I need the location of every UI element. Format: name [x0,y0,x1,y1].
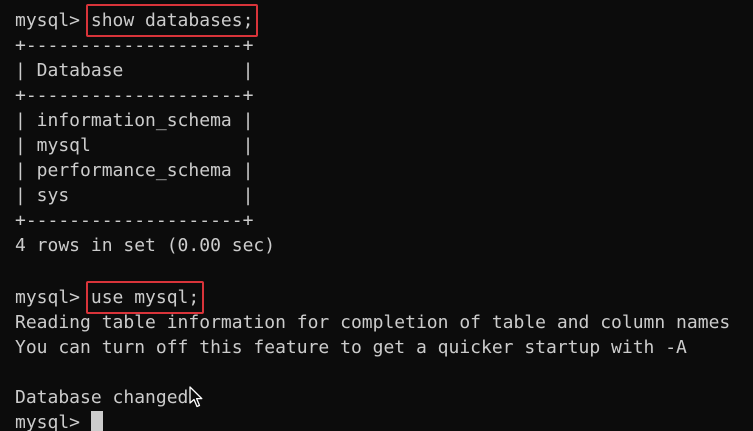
info-line: Reading table information for completion… [15,312,731,333]
table-row: | mysql | [15,135,254,156]
table-row: | performance_schema | [15,160,254,181]
terminal-window[interactable]: mysql> show databases; +----------------… [0,0,753,431]
table-row: | information_schema | [15,110,254,131]
table-row: | sys | [15,185,254,206]
highlighted-command-show-databases: show databases; [85,4,258,37]
table-border-bottom: +--------------------+ [15,210,254,231]
prompt: mysql> [15,412,91,431]
command-line-1: mysql> show databases; [15,4,258,37]
info-line: You can turn off this feature to get a q… [15,337,687,358]
database-changed-message: Database changed [15,387,189,408]
highlighted-command-use-mysql: use mysql; [85,281,205,314]
table-border-top: +--------------------+ [15,35,254,56]
current-prompt-line[interactable]: mysql> [15,410,103,431]
table-border-middle: +--------------------+ [15,85,254,106]
result-summary: 4 rows in set (0.00 sec) [15,235,276,256]
text-cursor [90,411,103,431]
table-header-row: | Database | [15,60,254,81]
prompt: mysql> [15,10,91,31]
prompt: mysql> [15,287,91,308]
mouse-pointer-icon [189,386,203,408]
command-line-2: mysql> use mysql; [15,281,205,314]
